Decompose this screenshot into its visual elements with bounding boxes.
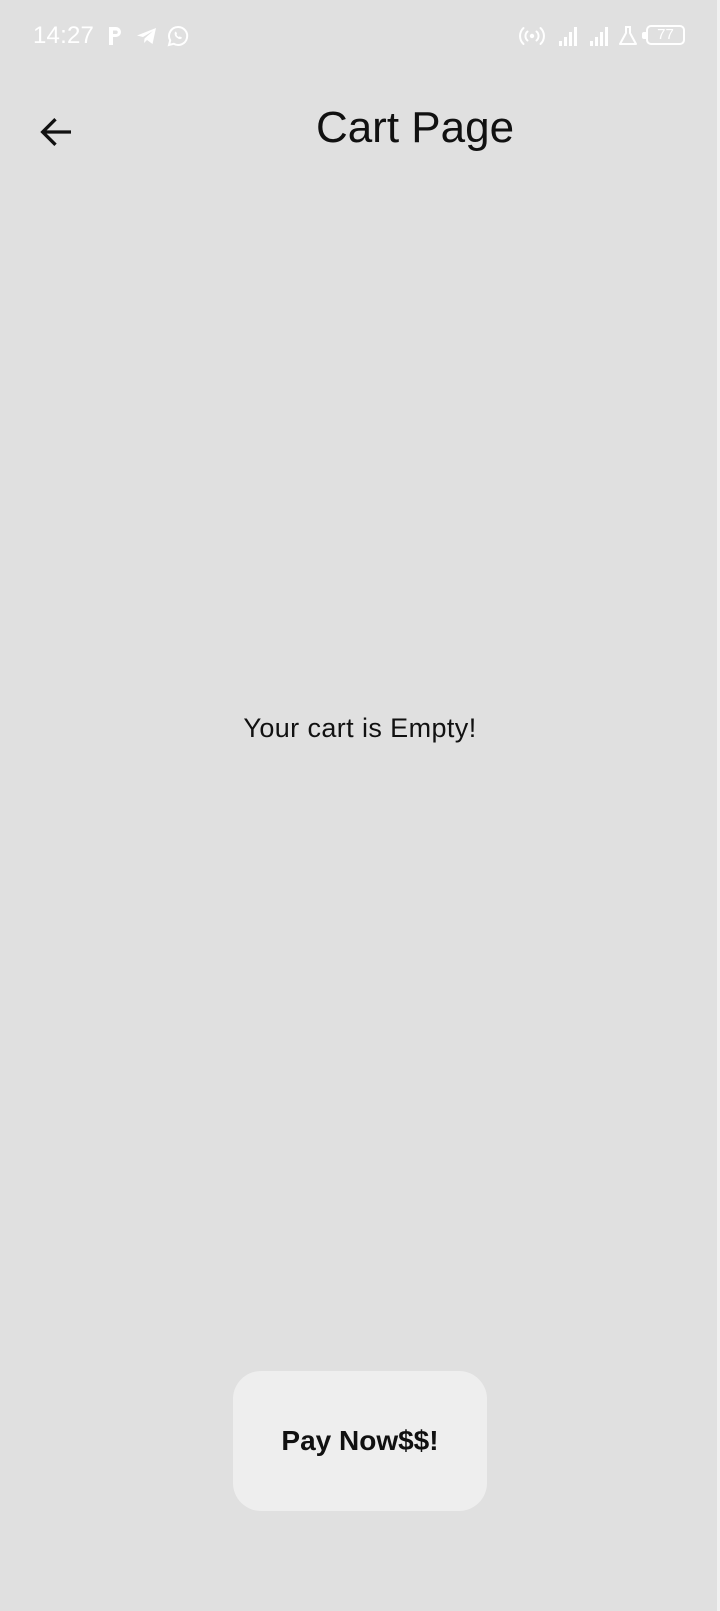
empty-cart-message: Your cart is Empty!	[243, 713, 477, 743]
arrow-back-icon	[40, 117, 71, 147]
hotspot-icon	[518, 24, 546, 48]
battery-level: 77	[657, 26, 674, 43]
back-button[interactable]	[24, 100, 88, 164]
page-title: Cart Page	[315, 103, 515, 152]
signal-1-icon	[557, 24, 581, 48]
app-bar: Cart Page	[0, 72, 720, 184]
telegram-icon	[135, 24, 159, 48]
pay-now-button[interactable]: Pay Now$$!	[233, 1371, 487, 1511]
battery-icon: 77	[642, 25, 685, 45]
status-time: 14:27	[33, 22, 95, 49]
pay-now-label: Pay Now$$!	[281, 1425, 439, 1456]
flask-icon	[616, 24, 640, 48]
status-bar: 14:27 77	[0, 0, 720, 72]
parking-icon	[103, 24, 127, 48]
whatsapp-icon	[166, 24, 190, 48]
signal-2-icon	[588, 24, 612, 48]
